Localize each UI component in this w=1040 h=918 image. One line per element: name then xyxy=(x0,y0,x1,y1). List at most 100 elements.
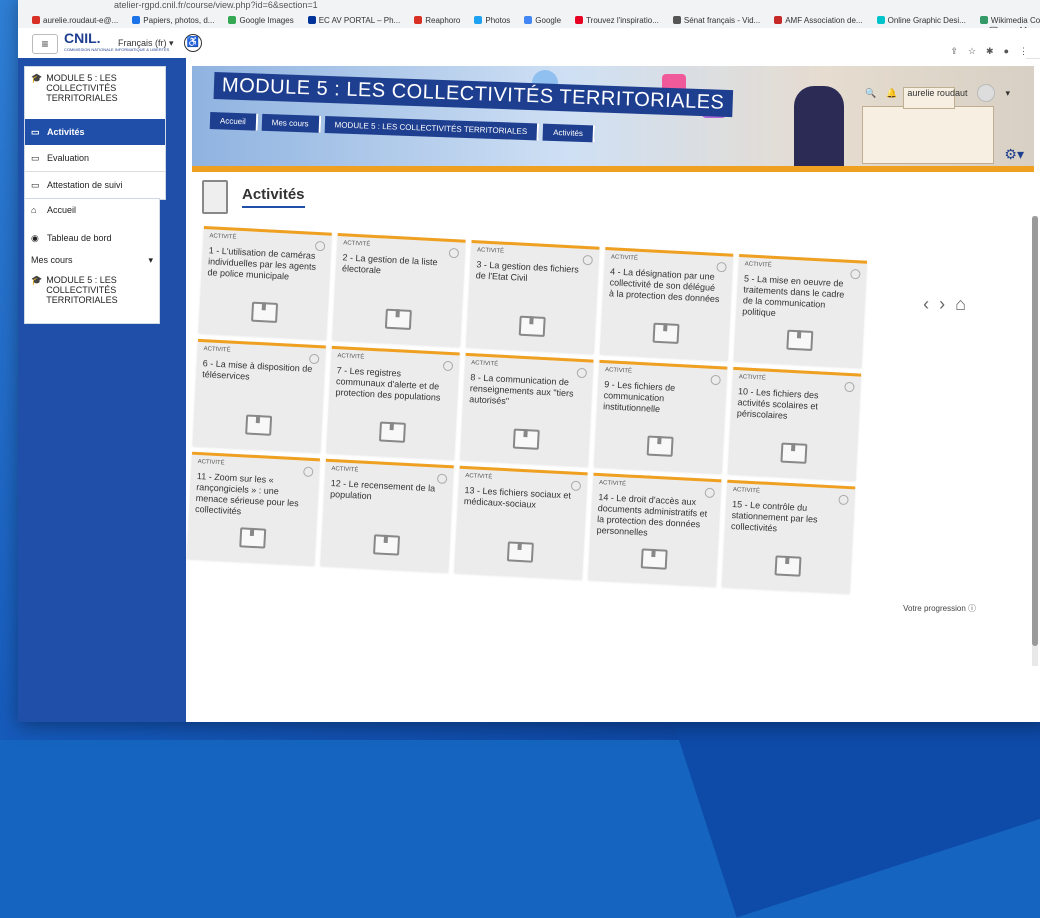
activity-card[interactable]: ACTIVITÉ 5 - La mise en oeuvre de traitem… xyxy=(733,254,868,368)
language-selector[interactable]: Français (fr) ▾ xyxy=(118,38,174,49)
bookmark-item[interactable]: EC AV PORTAL – Ph... xyxy=(307,16,400,25)
completion-checkbox[interactable] xyxy=(442,360,454,372)
activity-card[interactable]: ACTIVITÉ 12 - Le recensement de la popula… xyxy=(320,458,454,573)
browser-toolbar-icons: ⇪ ☆ ✱ ● ⋮ xyxy=(950,46,1028,57)
activity-card[interactable]: ACTIVITÉ 8 - La communication de renseign… xyxy=(460,352,594,467)
bookmark-item[interactable]: Papiers, photos, d... xyxy=(132,16,214,25)
home-icon[interactable]: ⌂ xyxy=(955,294,966,315)
extensions-icon[interactable]: ✱ xyxy=(986,46,994,57)
activity-card[interactable]: ACTIVITÉ 11 - Zoom sur les « rançongiciel… xyxy=(186,451,320,566)
bookmark-label: Reaphoro xyxy=(425,15,461,25)
bookmark-label: Photos xyxy=(485,15,511,25)
activity-type-label: ACTIVITÉ xyxy=(610,254,639,262)
user-menu: 🔍 🔔 aurelie roudaut ▾ xyxy=(865,84,1010,102)
bookmark-item[interactable]: Reaphoro xyxy=(414,16,460,25)
user-name[interactable]: aurelie roudaut xyxy=(907,88,967,98)
star-icon[interactable]: ☆ xyxy=(968,46,976,57)
page-heading: Activités xyxy=(202,180,305,214)
mayor-illustration xyxy=(794,86,844,166)
breadcrumb-activites[interactable]: Activités xyxy=(542,123,596,143)
chevron-right-icon[interactable]: › xyxy=(939,294,945,315)
avatar[interactable] xyxy=(977,84,996,102)
activity-card[interactable]: ACTIVITÉ 2 - La gestion de la liste élect… xyxy=(332,233,466,347)
menu-toggle-button[interactable]: ≡ xyxy=(32,34,58,54)
activity-card[interactable]: ACTIVITÉ 9 - Les fichiers de communicatio… xyxy=(593,359,728,474)
activity-card[interactable]: ACTIVITÉ 6 - La mise à disposition de tél… xyxy=(192,338,326,453)
breadcrumb-accueil[interactable]: Accueil xyxy=(209,112,259,131)
nav-item-mes-cours[interactable]: Mes cours ▾ xyxy=(25,249,159,271)
activity-title: 15 - Le contrôle du stationnement par le… xyxy=(730,499,818,534)
profile-icon[interactable]: ● xyxy=(1004,46,1009,57)
completion-checkbox[interactable] xyxy=(844,381,855,393)
share-icon[interactable]: ⇪ xyxy=(950,46,958,57)
nav-item-module5[interactable]: 🎓 MODULE 5 : LES COLLECTIVITÉS TERRITORI… xyxy=(25,271,159,315)
folder-icon: ▭ xyxy=(31,126,40,137)
completion-checkbox[interactable] xyxy=(850,268,861,280)
completion-checkbox[interactable] xyxy=(448,247,460,259)
bell-icon[interactable]: 🔔 xyxy=(886,88,897,99)
completion-checkbox[interactable] xyxy=(582,254,593,266)
completion-checkbox[interactable] xyxy=(436,473,448,485)
dashboard-icon: ◉ xyxy=(31,232,39,243)
completion-checkbox[interactable] xyxy=(308,353,320,365)
activity-type-label: ACTIVITÉ xyxy=(471,360,499,368)
town-hall-illustration xyxy=(862,87,994,164)
chevron-down-icon: ▾ xyxy=(169,38,174,48)
completion-checkbox[interactable] xyxy=(716,261,727,273)
activities-panel: ACTIVITÉ 1 - L'utilisation de caméras ind… xyxy=(186,214,1026,674)
gear-icon[interactable]: ⚙▾ xyxy=(1004,146,1024,163)
completion-checkbox[interactable] xyxy=(314,240,326,252)
more-icon[interactable]: ⋮ xyxy=(1019,46,1028,57)
package-icon xyxy=(245,414,273,436)
activity-type-label: ACTIVITÉ xyxy=(331,466,359,474)
folder-icon: ▭ xyxy=(31,152,40,163)
breadcrumb-mes-cours[interactable]: Mes cours xyxy=(261,113,321,133)
bookmark-item[interactable]: Google xyxy=(524,16,561,25)
sidebar-item-evaluation[interactable]: ▭ Evaluation xyxy=(25,145,165,172)
bookmark-item[interactable]: Google Images xyxy=(228,16,294,25)
address-bar[interactable]: atelier-rgpd.cnil.fr/course/view.php?id=… xyxy=(114,0,318,10)
favicon-icon xyxy=(774,16,783,24)
progress-label: Votre progression ⓘ xyxy=(903,603,976,614)
nav-item-dashboard[interactable]: ◉ Tableau de bord xyxy=(25,227,159,249)
accessibility-icon[interactable]: ♿ xyxy=(184,34,202,52)
bookmark-item[interactable]: Sénat français - Vid... xyxy=(672,16,760,25)
nav-item-label: Accueil xyxy=(47,205,77,215)
activity-card[interactable]: ACTIVITÉ 13 - Les fichiers sociaux et méd… xyxy=(454,465,588,580)
activity-card[interactable]: ACTIVITÉ 14 - Le droit d'accès aux docume… xyxy=(588,472,722,587)
footer-link-faq[interactable]: FAQ xyxy=(462,699,480,710)
search-icon[interactable]: 🔍 xyxy=(865,88,876,99)
bookmark-item[interactable]: Photos xyxy=(474,16,510,25)
breadcrumb-module[interactable]: MODULE 5 : LES COLLECTIVITÉS TERRITORIAL… xyxy=(324,116,540,141)
chevron-down-icon[interactable]: ▾ xyxy=(1005,88,1010,99)
activity-card[interactable]: ACTIVITÉ 10 - Les fichiers des activités … xyxy=(727,366,862,481)
activity-type-label: ACTIVITÉ xyxy=(465,473,493,481)
activity-card[interactable]: ACTIVITÉ 1 - L'utilisation de caméras ind… xyxy=(198,226,332,340)
completion-checkbox[interactable] xyxy=(838,494,849,506)
chevron-left-icon[interactable]: ‹ xyxy=(923,294,929,315)
scrollbar[interactable] xyxy=(1032,216,1038,666)
nav-item-accueil[interactable]: ⌂ Accueil xyxy=(25,199,159,227)
sidebar-item-attestation[interactable]: ▭ Attestation de suivi xyxy=(25,172,165,198)
course-title-label: MODULE 5 : LES COLLECTIVITÉS TERRITORIAL… xyxy=(46,73,118,103)
bookmark-item[interactable]: AMF Association de... xyxy=(774,16,863,25)
activity-card[interactable]: ACTIVITÉ 7 - Les registres communaux d'al… xyxy=(326,345,460,460)
completion-checkbox[interactable] xyxy=(576,367,588,379)
activity-card[interactable]: ACTIVITÉ 3 - La gestion des fichiers de l… xyxy=(466,240,600,354)
activity-type-label: ACTIVITÉ xyxy=(476,247,505,255)
bookmark-item[interactable]: aurelie.roudaut-e@... xyxy=(32,16,118,25)
scrollbar-thumb[interactable] xyxy=(1032,216,1038,646)
bookmark-item[interactable]: Online Graphic Desi... xyxy=(876,16,966,25)
activity-type-label: ACTIVITÉ xyxy=(203,346,231,354)
activity-card[interactable]: ACTIVITÉ 15 - Le contrôle du stationnemen… xyxy=(721,479,856,594)
completion-checkbox[interactable] xyxy=(704,487,715,499)
activity-card[interactable]: ACTIVITÉ 4 - La désignation par une colle… xyxy=(599,247,734,361)
course-title-item[interactable]: 🎓 MODULE 5 : LES COLLECTIVITÉS TERRITORI… xyxy=(25,67,165,119)
completion-checkbox[interactable] xyxy=(570,480,582,492)
completion-checkbox[interactable] xyxy=(303,466,314,478)
bookmark-item[interactable]: Trouvez l'inspiratio... xyxy=(575,16,659,25)
help-icon[interactable]: ⓘ xyxy=(968,604,976,613)
sidebar-item-activites[interactable]: ▭ Activités xyxy=(25,119,165,145)
bookmark-label: Papiers, photos, d... xyxy=(143,15,215,25)
completion-checkbox[interactable] xyxy=(710,374,721,386)
